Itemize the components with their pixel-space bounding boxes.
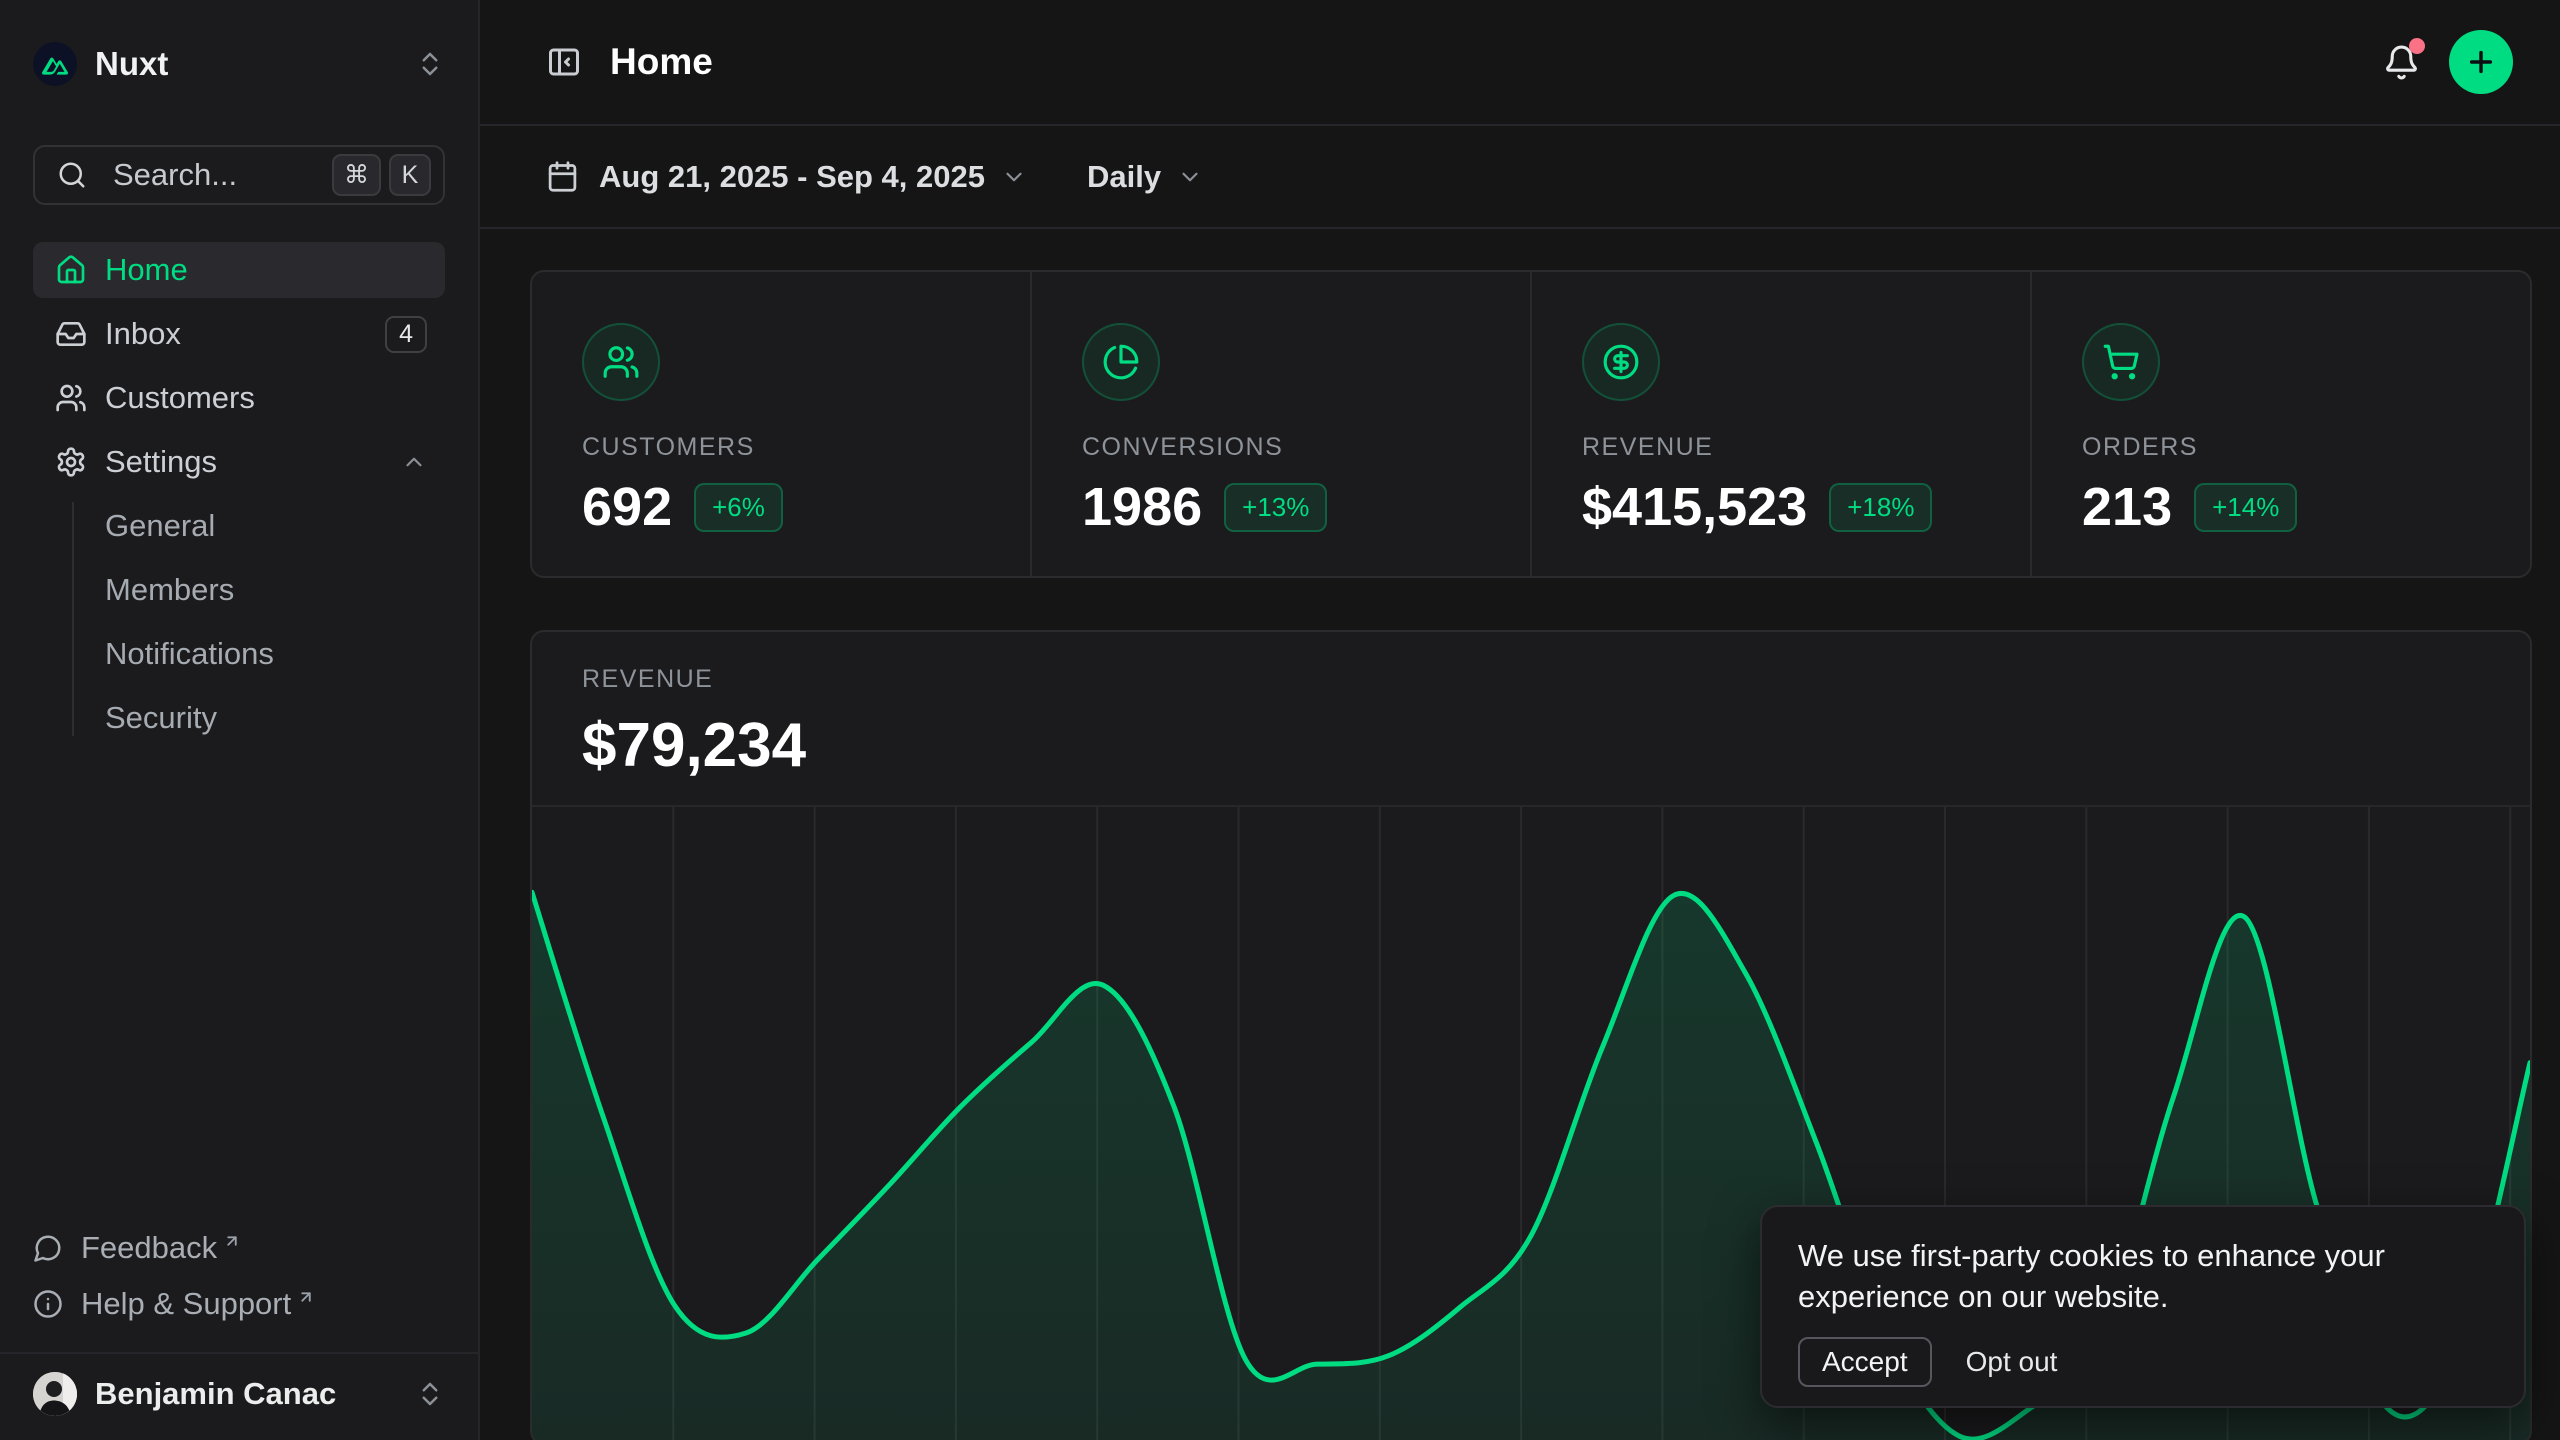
stat-label: CONVERSIONS: [1082, 433, 1530, 462]
revenue-chart-label: REVENUE: [582, 665, 2530, 694]
stat-delta-badge: +18%: [1829, 483, 1932, 532]
page-header: Home: [480, 0, 2560, 126]
stat-revenue: REVENUE $415,523 +18%: [1530, 272, 2030, 576]
pie-chart-icon: [1102, 343, 1140, 381]
notification-dot: [2409, 38, 2425, 54]
stat-delta-badge: +6%: [694, 483, 783, 532]
external-link-icon: [297, 1288, 315, 1306]
sidebar-item-members[interactable]: Members: [105, 562, 445, 618]
chevron-down-icon: [1177, 164, 1203, 190]
calendar-icon: [546, 160, 579, 193]
sidebar-footer-links: Feedback Help & Support: [0, 1220, 478, 1332]
date-range-picker[interactable]: Aug 21, 2025 - Sep 4, 2025: [546, 159, 1027, 195]
sidebar-item-customers[interactable]: Customers: [33, 370, 445, 426]
chevrons-up-down-icon: [415, 1379, 445, 1409]
users-icon: [602, 343, 640, 381]
org-name: Nuxt: [95, 45, 415, 83]
sidebar-top: Nuxt ⌘ K Home Inbox 4: [0, 0, 478, 754]
external-link-icon: [223, 1232, 241, 1250]
date-range-label: Aug 21, 2025 - Sep 4, 2025: [599, 159, 985, 195]
stat-label: REVENUE: [1582, 433, 2030, 462]
stat-icon-badge: [1082, 323, 1160, 401]
sidebar: Nuxt ⌘ K Home Inbox 4: [0, 0, 480, 1440]
sidebar-nav: Home Inbox 4 Customers Settings Ge: [33, 242, 445, 746]
search-icon: [57, 160, 87, 190]
sidebar-spacer: [0, 754, 478, 1220]
sidebar-item-label: Customers: [105, 380, 427, 416]
chevron-down-icon: [1001, 164, 1027, 190]
stat-value: 692: [582, 476, 672, 538]
chevron-up-icon: [401, 449, 427, 475]
feedback-link[interactable]: Feedback: [33, 1220, 445, 1276]
gear-icon: [55, 446, 87, 478]
add-button[interactable]: [2449, 30, 2513, 94]
nuxt-logo-icon: [33, 42, 77, 86]
stat-label: ORDERS: [2082, 433, 2530, 462]
inbox-icon: [55, 318, 87, 350]
revenue-chart-header: REVENUE $79,234: [532, 632, 2530, 805]
sidebar-item-general[interactable]: General: [105, 498, 445, 554]
dollar-circle-icon: [1602, 343, 1640, 381]
user-name: Benjamin Canac: [95, 1376, 415, 1412]
cookie-banner: We use first-party cookies to enhance yo…: [1760, 1205, 2526, 1408]
search-bar[interactable]: ⌘ K: [33, 145, 445, 205]
stat-conversions: CONVERSIONS 1986 +13%: [1030, 272, 1530, 576]
sidebar-item-security[interactable]: Security: [105, 690, 445, 746]
stat-value: $415,523: [1582, 476, 1807, 538]
chat-bubble-icon: [33, 1233, 63, 1263]
sidebar-collapse-button[interactable]: [546, 44, 582, 80]
feedback-label: Feedback: [81, 1230, 217, 1266]
page-title: Home: [610, 41, 2379, 83]
sidebar-item-label: Settings: [105, 444, 401, 480]
home-icon: [55, 254, 87, 286]
filters-toolbar: Aug 21, 2025 - Sep 4, 2025 Daily: [480, 126, 2560, 229]
sidebar-item-settings[interactable]: Settings: [33, 434, 445, 490]
chevrons-up-down-icon: [415, 49, 445, 79]
help-support-link[interactable]: Help & Support: [33, 1276, 445, 1332]
help-support-label: Help & Support: [81, 1286, 291, 1322]
cookie-message: We use first-party cookies to enhance yo…: [1798, 1235, 2438, 1317]
info-circle-icon: [33, 1289, 63, 1319]
stat-icon-badge: [2082, 323, 2160, 401]
cookie-optout-button[interactable]: Opt out: [1966, 1346, 2058, 1378]
sidebar-item-inbox[interactable]: Inbox 4: [33, 306, 445, 362]
stat-customers: CUSTOMERS 692 +6%: [532, 272, 1030, 576]
cart-icon: [2102, 343, 2140, 381]
stat-delta-badge: +13%: [1224, 483, 1327, 532]
stat-icon-badge: [1582, 323, 1660, 401]
cookie-accept-button[interactable]: Accept: [1798, 1337, 1932, 1387]
kbd-cmd: ⌘: [332, 154, 381, 196]
search-input[interactable]: [113, 157, 324, 193]
revenue-chart-total: $79,234: [582, 710, 2530, 781]
stat-label: CUSTOMERS: [582, 433, 1030, 462]
settings-submenu: General Members Notifications Security: [33, 498, 445, 746]
stats-summary-card: CUSTOMERS 692 +6% CONVERSIONS 1986 +13%: [530, 270, 2532, 578]
user-avatar: [33, 1372, 77, 1416]
sidebar-item-notifications[interactable]: Notifications: [105, 626, 445, 682]
sidebar-item-label: Inbox: [105, 316, 385, 352]
stat-orders: ORDERS 213 +14%: [2030, 272, 2530, 576]
interval-select[interactable]: Daily: [1087, 159, 1203, 195]
sidebar-item-label: Home: [105, 252, 427, 288]
notifications-button[interactable]: [2379, 40, 2423, 84]
stat-value: 1986: [1082, 476, 1202, 538]
stat-value: 213: [2082, 476, 2172, 538]
users-icon: [55, 382, 87, 414]
avatar-photo: [33, 1372, 77, 1416]
stat-delta-badge: +14%: [2194, 483, 2297, 532]
user-menu[interactable]: Benjamin Canac: [0, 1354, 478, 1440]
nuxt-logo-glyph: [42, 53, 68, 75]
kbd-k: K: [389, 154, 431, 196]
plus-icon: [2465, 46, 2497, 78]
stat-icon-badge: [582, 323, 660, 401]
interval-label: Daily: [1087, 159, 1161, 195]
panel-left-close-icon: [546, 44, 582, 80]
sidebar-item-home[interactable]: Home: [33, 242, 445, 298]
inbox-count-badge: 4: [385, 316, 427, 353]
org-switcher[interactable]: Nuxt: [33, 36, 445, 92]
cookie-actions: Accept Opt out: [1798, 1337, 2488, 1387]
